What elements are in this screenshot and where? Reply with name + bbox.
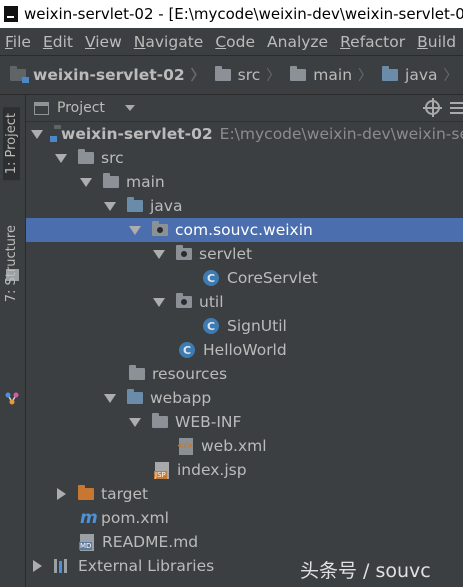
tree-row-readme[interactable]: README.md (26, 530, 463, 554)
tree-row-helloworld[interactable]: C HelloWorld (26, 338, 463, 362)
title-bar: weixin-servlet-02 - [E:\mycode\weixin-de… (0, 0, 463, 28)
expand-arrow-icon[interactable] (129, 417, 141, 427)
window-title: weixin-servlet-02 - [E:\mycode\weixin-de… (24, 5, 463, 23)
collapsed-arrow-icon[interactable] (57, 488, 66, 500)
module-folder-icon (10, 66, 29, 83)
tree-row-coreservlet[interactable]: C CoreServlet (26, 266, 463, 290)
resources-folder-icon (129, 365, 145, 380)
chevron-right-icon: 〉 (190, 68, 205, 84)
markdown-file-icon (79, 533, 94, 551)
breadcrumb-java[interactable]: java 〉 (372, 65, 458, 85)
tree-row-index-jsp[interactable]: index.jsp (26, 458, 463, 482)
tool-window-strip: 1: Project 7: Structure (0, 95, 26, 587)
source-folder-icon (382, 66, 399, 81)
chevron-right-icon: 〉 (443, 68, 458, 84)
tree-row-webapp[interactable]: webapp (26, 386, 463, 410)
excluded-folder-icon (78, 485, 94, 500)
expand-arrow-icon[interactable] (55, 153, 67, 163)
menu-bar: File Edit View Navigate Code Analyze Ref… (0, 28, 463, 56)
tree-row-src[interactable]: src (26, 146, 463, 170)
menu-file[interactable]: File (0, 33, 38, 51)
tree-row-main[interactable]: main (26, 170, 463, 194)
expand-arrow-icon[interactable] (153, 249, 165, 259)
collapsed-arrow-icon[interactable] (33, 560, 42, 572)
breadcrumb-src[interactable]: src 〉 (205, 65, 281, 85)
package-icon (152, 221, 168, 236)
menu-build[interactable]: Build (412, 33, 463, 51)
watermark: 头条号 / souvc (300, 560, 431, 582)
breadcrumb-project[interactable]: weixin-servlet-02 〉 (0, 65, 205, 85)
chevron-down-icon (124, 105, 135, 111)
menu-edit[interactable]: Edit (38, 33, 80, 51)
folder-icon (290, 66, 307, 81)
expand-arrow-icon[interactable] (104, 201, 116, 211)
breadcrumb-com[interactable]: com (458, 66, 463, 84)
project-tree: weixin-servlet-02 E:\mycode\weixin-dev\w… (26, 122, 463, 587)
jsp-file-icon (154, 461, 169, 479)
maven-icon: m (80, 508, 98, 528)
expand-arrow-icon[interactable] (153, 297, 165, 307)
breadcrumb-main[interactable]: main 〉 (280, 65, 372, 85)
web-folder-icon (127, 389, 143, 404)
tree-row-util[interactable]: util (26, 290, 463, 314)
xml-file-icon (177, 437, 193, 455)
tree-row-java[interactable]: java (26, 194, 463, 218)
folder-icon (214, 66, 231, 81)
structure-tool-tab[interactable]: 7: Structure (3, 219, 20, 308)
tree-row-web-inf[interactable]: WEB-INF (26, 410, 463, 434)
collapse-settings-icon[interactable] (450, 102, 463, 114)
project-tool-tab[interactable]: 1: Project (3, 107, 20, 181)
project-panel-title: Project (57, 100, 105, 116)
menu-view[interactable]: View (80, 33, 129, 51)
class-icon: C (203, 318, 219, 334)
menu-analyze[interactable]: Analyze (262, 33, 335, 51)
package-icon (176, 293, 192, 308)
menu-navigate[interactable]: Navigate (129, 33, 211, 51)
tree-row-servlet[interactable]: servlet (26, 242, 463, 266)
menu-code[interactable]: Code (210, 33, 262, 51)
chevron-right-icon: 〉 (266, 68, 281, 84)
chevron-right-icon: 〉 (358, 68, 373, 84)
expand-arrow-icon[interactable] (80, 177, 92, 187)
tree-row-signutil[interactable]: C SignUtil (26, 314, 463, 338)
breadcrumb: weixin-servlet-02 〉 src 〉 main 〉 java 〉 … (0, 56, 463, 95)
folder-icon (103, 173, 119, 188)
expand-arrow-icon[interactable] (31, 129, 43, 139)
expand-arrow-icon[interactable] (104, 393, 116, 403)
source-folder-icon (127, 197, 143, 212)
package-icon (176, 245, 192, 260)
class-icon: C (203, 270, 219, 286)
project-panel-header: Project (26, 95, 463, 122)
scroll-from-source-icon[interactable] (423, 98, 442, 117)
tree-row-resources[interactable]: resources (26, 362, 463, 386)
libraries-icon (54, 559, 70, 573)
folder-icon (152, 413, 168, 428)
folder-icon (78, 149, 94, 164)
menu-refactor[interactable]: Refactor (335, 33, 412, 51)
tree-row-pom-xml[interactable]: m pom.xml (26, 506, 463, 530)
tree-row-web-xml[interactable]: web.xml (26, 434, 463, 458)
intellij-logo-icon (4, 6, 18, 22)
expand-arrow-icon[interactable] (129, 225, 141, 235)
window-icon (34, 101, 49, 115)
project-view-selector[interactable]: Project (34, 100, 135, 116)
tree-row-target[interactable]: target (26, 482, 463, 506)
structure-icon[interactable] (5, 391, 19, 405)
tree-row-com-souvc-weixin[interactable]: com.souvc.weixin (26, 218, 463, 242)
class-icon: C (179, 342, 195, 358)
tree-row-project[interactable]: weixin-servlet-02 E:\mycode\weixin-dev\w… (26, 122, 463, 146)
